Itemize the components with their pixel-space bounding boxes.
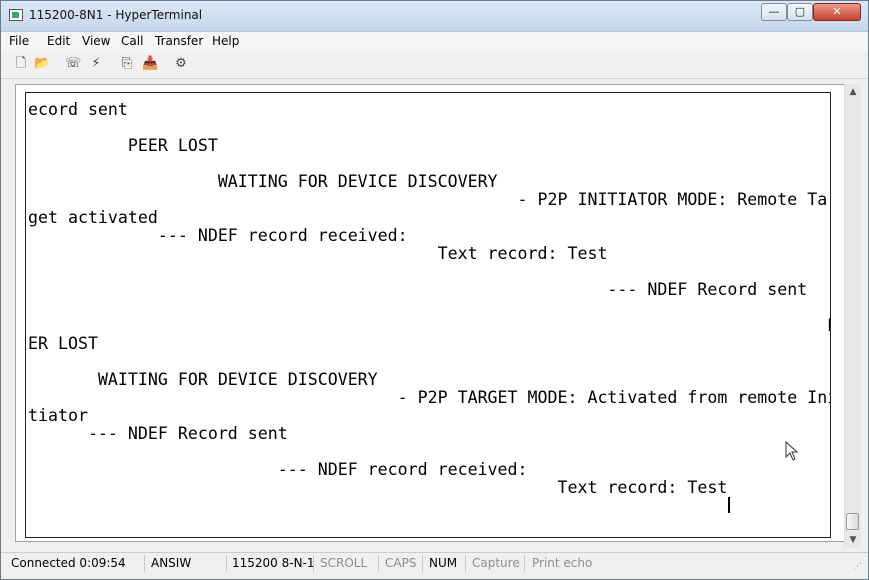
terminal-line: get activated xyxy=(28,208,158,227)
menu-help[interactable]: Help xyxy=(212,34,239,48)
vertical-scrollbar[interactable]: ▲ ▼ xyxy=(844,84,861,548)
status-bar: Connected 0:09:54 ANSIW 115200 8-N-1 SCR… xyxy=(1,552,868,575)
send-file-icon[interactable]: ⎘ xyxy=(119,56,135,72)
status-num: NUM xyxy=(429,556,458,570)
terminal-line: --- NDEF Record sent xyxy=(28,424,288,443)
status-separator xyxy=(465,555,466,572)
terminal-line: ER LOST xyxy=(28,334,98,353)
menu-call[interactable]: Call xyxy=(121,34,143,48)
terminal-line: ecord sent xyxy=(28,100,128,119)
terminal-line: - P2P INITIATOR MODE: Remote Tar xyxy=(28,190,831,209)
status-print-echo: Print echo xyxy=(532,556,593,570)
resize-grip-icon[interactable]: ⋰ xyxy=(853,562,865,572)
status-separator xyxy=(226,555,227,572)
status-connected: Connected 0:09:54 xyxy=(11,556,126,570)
status-scroll: SCROLL xyxy=(320,556,368,570)
terminal-line: WAITING FOR DEVICE DISCOVERY xyxy=(28,172,498,191)
menu-transfer[interactable]: Transfer xyxy=(155,34,203,48)
phone-icon[interactable]: ☏ xyxy=(65,56,81,72)
title-bar[interactable]: 115200-8N1 - HyperTerminal — ▢ ✕ xyxy=(1,1,868,32)
status-settings: 115200 8-N-1 xyxy=(232,556,315,570)
menu-edit[interactable]: Edit xyxy=(47,34,70,48)
terminal-line: --- NDEF Record sent xyxy=(28,280,808,299)
maximize-button[interactable]: ▢ xyxy=(787,3,813,21)
terminal-line: WAITING FOR DEVICE DISCOVERY xyxy=(28,370,378,389)
disconnect-icon[interactable]: ⚡ xyxy=(88,56,104,72)
scroll-thumb[interactable] xyxy=(846,513,859,530)
scroll-up-icon[interactable]: ▲ xyxy=(845,84,861,100)
terminal-line: PE xyxy=(28,316,831,335)
status-separator xyxy=(313,555,314,572)
app-icon[interactable] xyxy=(9,9,23,21)
status-caps: CAPS xyxy=(385,556,417,570)
terminal-line: Text record: Test xyxy=(28,478,728,497)
mouse-pointer-icon xyxy=(785,441,799,461)
properties-icon[interactable]: ⚙ xyxy=(173,56,189,72)
close-button[interactable]: ✕ xyxy=(813,3,861,21)
status-separator xyxy=(144,555,145,572)
hyperterminal-window: 115200-8N1 - HyperTerminal — ▢ ✕ File Ed… xyxy=(0,0,869,580)
terminal-line: Text record: Test xyxy=(28,244,608,263)
menu-file[interactable]: File xyxy=(9,34,29,48)
open-folder-icon[interactable]: 📂 xyxy=(34,56,50,72)
terminal-line: tiator xyxy=(28,406,88,425)
terminal-line: - P2P TARGET MODE: Activated from remote… xyxy=(28,388,831,407)
status-capture: Capture xyxy=(472,556,520,570)
status-separator xyxy=(422,555,423,572)
scroll-down-icon[interactable]: ▼ xyxy=(845,532,861,548)
receive-file-icon[interactable]: 📥 xyxy=(142,56,158,72)
menu-bar: File Edit View Call Transfer Help xyxy=(1,32,868,51)
window-title: 115200-8N1 - HyperTerminal xyxy=(29,8,203,22)
menu-view[interactable]: View xyxy=(82,34,110,48)
terminal-line: --- NDEF record received: xyxy=(28,226,408,245)
status-separator xyxy=(524,555,525,572)
terminal-line: --- NDEF record received: xyxy=(28,460,528,479)
minimize-button[interactable]: — xyxy=(761,3,787,21)
status-separator xyxy=(378,555,379,572)
status-emulation: ANSIW xyxy=(151,556,192,570)
text-cursor xyxy=(728,497,730,513)
new-document-icon[interactable]: 🗋 xyxy=(13,56,29,72)
toolbar: 🗋 📂 ☏ ⚡ ⎘ 📥 ⚙ xyxy=(1,52,868,79)
terminal-line: PEER LOST xyxy=(28,136,218,155)
terminal-area[interactable]: ecord sent PEER LOST WAITING FOR DEVICE … xyxy=(25,92,831,538)
